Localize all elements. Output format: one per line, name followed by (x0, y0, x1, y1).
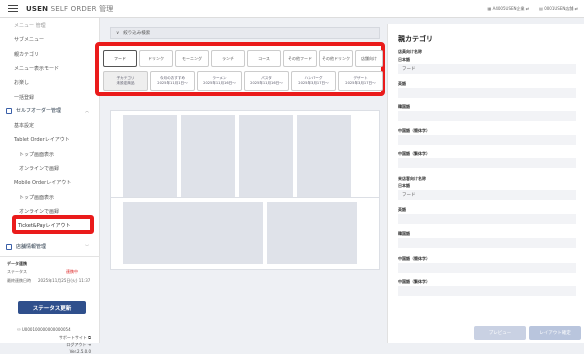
en-label-2: 英語 (398, 207, 406, 212)
zh-traditional-label: 中国語（繁体字） (398, 151, 430, 156)
top-bar: USEN SELF ORDER 管理 ▦ A4005USEN企業 ⇄ ▤ 000… (0, 0, 584, 18)
tab-other-drink[interactable]: その他ドリンク (319, 50, 353, 67)
store-selector[interactable]: ▤ 0001USEN店舗 ⇄ (539, 6, 578, 12)
sidebar-item-bulk[interactable]: 一括登録 (14, 94, 34, 101)
tab-lunch[interactable]: ランチ (211, 50, 245, 67)
store-icon (6, 243, 12, 250)
hamburger-menu-icon[interactable] (8, 4, 18, 13)
child-category-tabs: 子カテゴリ 未設定商品 今月のおすすめ 2025年11月1日〜 ラーメン 2025年1… (103, 71, 383, 91)
en-label: 英語 (398, 81, 406, 86)
user-id: ⚇ U000100000000000054 (17, 327, 71, 332)
user-icon: ⚇ (17, 327, 21, 332)
layout-slot[interactable] (123, 115, 177, 205)
sidebar-item-recommend[interactable]: お楽し (14, 79, 29, 86)
sidebar: メニュー 管理 サブメニュー 親カテゴリ メニュー表示モード お楽し 一括登録 … (0, 18, 100, 354)
tab-morning[interactable]: モーニング (175, 50, 209, 67)
tab-food[interactable]: フード (103, 50, 137, 67)
last-sync-value: 2025年11月25日(火) 11:37 (38, 278, 91, 283)
en-guest-input[interactable] (398, 214, 576, 224)
zh-traditional-guest-input[interactable] (398, 286, 576, 296)
account-switcher: ▦ A4005USEN企業 ⇄ ▤ 0001USEN店舗 ⇄ (488, 0, 578, 18)
status-value: 連携中 (66, 269, 78, 274)
tab-other-food[interactable]: その他フード (283, 50, 317, 67)
en-name-input[interactable] (398, 88, 576, 98)
tab-course[interactable]: コース (247, 50, 281, 67)
subtab-pasta[interactable]: パスタ 2025年11月16日〜 (244, 71, 289, 91)
sidebar-item-tablet-top[interactable]: トップ画面表示 (19, 151, 54, 158)
staff-name-label: 店員向け名称 (398, 49, 422, 54)
company-selector[interactable]: ▦ A4005USEN企業 ⇄ (488, 6, 530, 12)
filter-search-bar[interactable]: ∨ 絞り込み検索 (110, 27, 380, 39)
layout-panel (110, 197, 380, 270)
chevron-up-icon[interactable]: ︿ (85, 108, 89, 114)
sidebar-item-set-menu[interactable]: 親カテゴリ (14, 51, 39, 58)
layout-panel (110, 110, 380, 210)
sidebar-item-submenu[interactable]: サブメニュー (14, 36, 44, 43)
support-link[interactable]: サポートサイト ⧉ (59, 335, 91, 341)
confirm-layout-button[interactable]: レイアウト確定 (529, 326, 581, 340)
version-text: Ver.2.5.0.0 (69, 349, 91, 354)
sidebar-item-display-mode[interactable]: メニュー表示モード (14, 65, 59, 72)
subtab-unset[interactable]: 子カテゴリ 未設定商品 (103, 71, 148, 91)
zh-traditional-label-2: 中国語（繁体字） (398, 279, 430, 284)
sidebar-item-mobile-layout[interactable]: Mobile Orderレイアウト (14, 179, 71, 186)
ko-label: 韓国語 (398, 104, 410, 109)
sidebar-item-basic[interactable]: 基本設定 (14, 122, 34, 129)
last-sync-label: 最終連携日時 (7, 278, 31, 283)
tablet-icon (6, 107, 12, 114)
sidebar-item-menu-top[interactable]: メニュー 管理 (14, 22, 46, 29)
layout-slot[interactable] (297, 115, 351, 205)
jp-label-2: 日本語 (398, 183, 410, 188)
app-title: USEN SELF ORDER 管理 (26, 4, 114, 13)
panel-title: 親カテゴリ (398, 35, 433, 43)
category-detail-panel: 親カテゴリ 店員向け名称 日本語 フード 英語 韓国語 中国語（簡体字） 中国語… (387, 24, 584, 343)
sidebar-section-self-order[interactable]: セルフオーダー管理 (6, 107, 61, 114)
sidebar-item-mobile-top[interactable]: トップ画面表示 (19, 194, 54, 201)
sidebar-item-ticketpay[interactable]: Ticket&Payレイアウト (12, 215, 94, 234)
zh-simplified-guest-input[interactable] (398, 263, 576, 273)
ko-name-input[interactable] (398, 111, 576, 121)
layout-slot[interactable] (123, 202, 263, 264)
jp-label: 日本語 (398, 57, 410, 62)
subtab-recommend[interactable]: 今月のおすすめ 2025年11月1日〜 (150, 71, 195, 91)
subtab-ramen[interactable]: ラーメン 2025年11月16日〜 (197, 71, 242, 91)
ko-guest-input[interactable] (398, 238, 576, 248)
chevron-down-icon: ∨ (116, 30, 120, 36)
status-label: ステータス (7, 269, 27, 274)
parent-category-tabs: フード ドリンク モーニング ランチ コース その他フード その他ドリンク 店舗… (103, 50, 383, 67)
zh-simplified-label: 中国語（簡体字） (398, 128, 430, 133)
sidebar-item-tablet-layout[interactable]: Tablet Orderレイアウト (14, 136, 70, 143)
sidebar-section-store[interactable]: 店舗情報管理 (6, 243, 46, 250)
tab-store[interactable]: 店舗向け (355, 50, 383, 67)
status-update-button[interactable]: ステータス更新 (18, 301, 86, 314)
subtab-dessert[interactable]: デザート 2025年3月17日〜 (338, 71, 383, 91)
tab-drink[interactable]: ドリンク (139, 50, 173, 67)
chevron-down-icon[interactable]: ﹀ (85, 244, 89, 250)
layout-slot[interactable] (239, 115, 293, 205)
sidebar-item-mobile-online[interactable]: オンラインで画録 (19, 208, 59, 215)
divider (0, 256, 100, 257)
layout-slot[interactable] (267, 202, 357, 264)
main-content: ∨ 絞り込み検索 フード ドリンク モーニング ランチ コース その他フード そ… (95, 18, 385, 343)
zh-simplified-input[interactable] (398, 135, 576, 145)
jp-name-input[interactable]: フード (398, 64, 576, 74)
ko-label-2: 韓国語 (398, 231, 410, 236)
preview-button[interactable]: プレビュー (474, 326, 526, 340)
subtab-hamburg[interactable]: ハンバーグ 2025年3月17日〜 (291, 71, 336, 91)
jp-guest-input[interactable]: フード (398, 190, 576, 200)
sidebar-item-tablet-online[interactable]: オンラインで画録 (19, 165, 59, 172)
zh-simplified-label-2: 中国語（簡体字） (398, 256, 430, 261)
zh-traditional-input[interactable] (398, 158, 576, 168)
data-sync-title: データ連携 (7, 261, 27, 266)
guest-name-label: 来店客向け名称 (398, 176, 426, 181)
layout-slot[interactable] (181, 115, 235, 205)
category-tabs-panel: フード ドリンク モーニング ランチ コース その他フード その他ドリンク 店舗… (95, 42, 385, 96)
